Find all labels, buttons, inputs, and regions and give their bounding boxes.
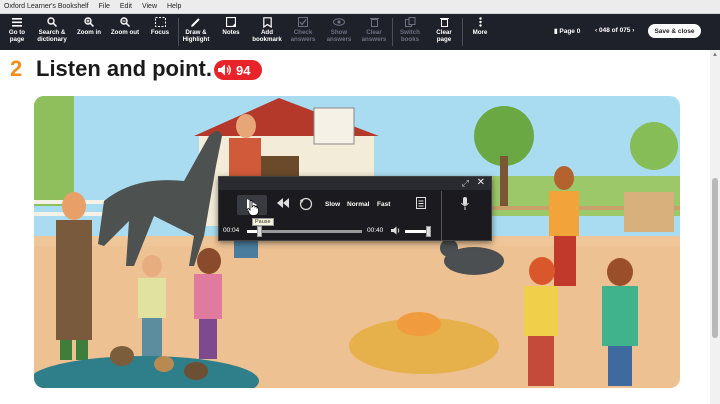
current-time: 00:04 xyxy=(223,227,240,234)
pause-tooltip: Pause xyxy=(252,218,274,226)
speaker-icon xyxy=(218,64,231,76)
go-to-page-button[interactable]: Go to page xyxy=(4,16,30,48)
menu-edit[interactable]: Edit xyxy=(120,3,132,10)
eye-icon xyxy=(332,16,346,28)
scrollbar[interactable]: ▲ xyxy=(710,50,720,404)
toolbar-divider xyxy=(462,18,463,46)
audio-player: ⤢ ✕ Slow Normal Fast 00:04 00:40 xyxy=(218,176,492,241)
toolbar: Go to page Search & dictionary Zoom in Zoo… xyxy=(0,14,720,50)
window-title: Oxford Learner's Bookshelf xyxy=(4,3,89,10)
toolbar-divider xyxy=(392,18,393,46)
exercise-title: Listen and point. xyxy=(36,56,212,81)
volume-icon[interactable] xyxy=(391,226,401,235)
chevron-left-icon[interactable]: ‹ xyxy=(595,27,597,34)
check-answers-button[interactable]: Check answers xyxy=(288,16,318,48)
volume-slider[interactable] xyxy=(405,226,432,237)
app-window: Oxford Learner's Bookshelf File Edit Vie… xyxy=(0,0,720,404)
audio-track-button[interactable]: 94 xyxy=(214,60,262,80)
list-icon xyxy=(10,16,24,28)
search-dictionary-button[interactable]: Search & dictionary xyxy=(34,16,70,48)
audio-player-header[interactable] xyxy=(219,177,491,190)
focus-button[interactable]: Focus xyxy=(146,16,174,48)
zoom-out-button[interactable]: Zoom out xyxy=(108,16,142,48)
note-icon xyxy=(224,16,238,28)
more-icon xyxy=(473,16,487,28)
progress-handle[interactable] xyxy=(256,226,262,237)
volume-handle[interactable] xyxy=(426,226,432,237)
menu-bar: Oxford Learner's Bookshelf File Edit Vie… xyxy=(0,0,720,14)
draw-highlight-button[interactable]: Draw & Highlight xyxy=(180,16,212,48)
scrollbar-thumb[interactable] xyxy=(712,178,718,338)
page-indicator: ▮ Page 0 xyxy=(554,28,581,35)
microphone-icon[interactable] xyxy=(461,197,469,210)
clear-answers-button[interactable]: Clear answers xyxy=(358,16,390,48)
add-bookmark-button[interactable]: Add bookmark xyxy=(250,16,284,48)
save-and-close-button[interactable]: Save & close xyxy=(648,24,701,38)
exercise-number: 2 xyxy=(10,56,23,81)
zoom-in-button[interactable]: Zoom in xyxy=(74,16,104,48)
close-icon[interactable]: ✕ xyxy=(477,177,485,188)
volume-fill xyxy=(405,230,429,233)
scroll-up-icon[interactable]: ▲ xyxy=(712,52,718,58)
menu-file[interactable]: File xyxy=(99,3,110,10)
pen-icon xyxy=(189,16,203,28)
player-divider xyxy=(441,191,442,241)
chevron-right-icon[interactable]: › xyxy=(632,27,634,34)
clear-page-button[interactable]: Clear page xyxy=(430,16,458,48)
toolbar-divider xyxy=(178,18,179,46)
progress-slider[interactable] xyxy=(247,226,362,237)
trash-icon xyxy=(367,16,381,28)
switch-books-button[interactable]: Switch books xyxy=(396,16,424,48)
bookmark-icon xyxy=(260,16,274,28)
search-icon xyxy=(45,16,59,28)
notes-button[interactable]: Notes xyxy=(218,16,244,48)
bookmark-icon: ▮ xyxy=(554,28,558,35)
menu-view[interactable]: View xyxy=(142,3,157,10)
zoom-in-icon xyxy=(82,16,96,28)
transcript-icon[interactable] xyxy=(416,197,426,209)
trash-icon xyxy=(437,16,451,28)
show-answers-button[interactable]: Show answers xyxy=(322,16,356,48)
menu-help[interactable]: Help xyxy=(167,3,181,10)
speed-fast-button[interactable]: Fast xyxy=(377,201,390,208)
rewind-icon[interactable] xyxy=(277,198,289,208)
speed-slow-button[interactable]: Slow xyxy=(325,201,340,208)
speed-normal-button[interactable]: Normal xyxy=(347,201,369,208)
focus-icon xyxy=(153,16,167,28)
zoom-out-icon xyxy=(118,16,132,28)
page-navigation[interactable]: ‹ 048 of 075 › xyxy=(595,27,634,34)
check-icon xyxy=(296,16,310,28)
replay-icon[interactable] xyxy=(299,197,313,211)
hand-cursor-icon xyxy=(247,200,259,216)
expand-icon[interactable]: ⤢ xyxy=(462,178,469,189)
more-button[interactable]: More xyxy=(468,16,492,48)
farm-illustration xyxy=(34,96,680,388)
books-icon xyxy=(403,16,417,28)
total-time: 00:40 xyxy=(367,227,384,234)
